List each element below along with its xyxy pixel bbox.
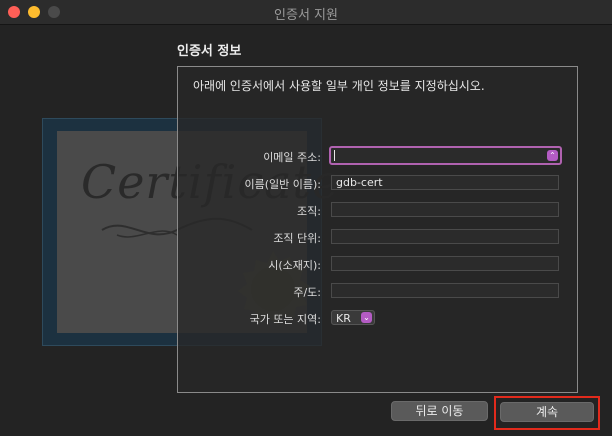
email-input[interactable] — [333, 149, 538, 162]
back-button[interactable]: 뒤로 이동 — [391, 401, 488, 421]
chevron-updown-icon: ⌄ — [361, 312, 372, 323]
window-title: 인증서 지원 — [274, 8, 338, 23]
email-label: 이메일 주소: — [263, 151, 321, 164]
text-caret — [334, 150, 335, 161]
org-unit-label: 조직 단위: — [273, 232, 321, 245]
chevron-updown-icon[interactable]: ⌃ — [547, 150, 558, 161]
certificate-assistant-window: 인증서 지원 Certificate 인증서 정보 아래에 인증서에서 사용할 … — [0, 0, 612, 436]
org-unit-input[interactable] — [331, 229, 559, 244]
country-select[interactable]: KR ⌄ — [331, 310, 375, 325]
state-label: 주/도: — [293, 286, 321, 299]
city-label: 시(소재지): — [268, 259, 321, 272]
city-input[interactable] — [331, 256, 559, 271]
country-label: 국가 또는 지역: — [249, 313, 321, 326]
instruction-text: 아래에 인증서에서 사용할 일부 개인 정보를 지정하십시오. — [193, 79, 485, 93]
common-name-label: 이름(일반 이름): — [244, 178, 321, 191]
continue-button[interactable]: 계속 — [500, 402, 594, 422]
email-field[interactable]: ⌃ — [329, 146, 562, 165]
organization-input[interactable] — [331, 202, 559, 217]
state-input[interactable] — [331, 283, 559, 298]
info-panel: 아래에 인증서에서 사용할 일부 개인 정보를 지정하십시오. 이메일 주소: … — [177, 66, 578, 393]
common-name-input[interactable] — [331, 175, 559, 190]
title-bar: 인증서 지원 — [0, 0, 612, 25]
section-title: 인증서 정보 — [177, 44, 242, 59]
organization-label: 조직: — [297, 205, 321, 218]
country-value: KR — [336, 312, 351, 325]
